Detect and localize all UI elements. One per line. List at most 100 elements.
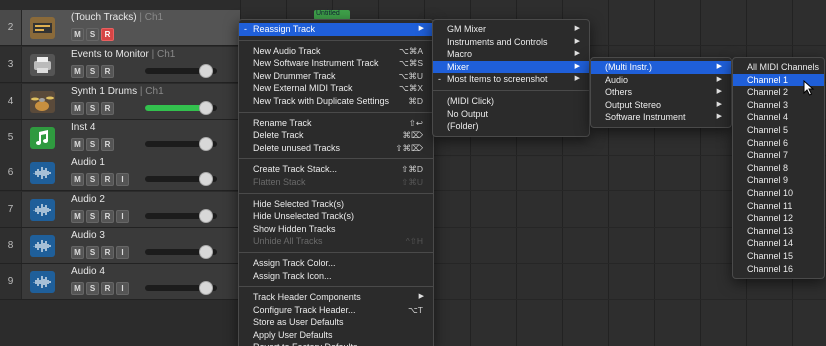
channel-menu-item[interactable]: Channel 9 [733, 174, 824, 187]
volume-slider[interactable] [145, 209, 217, 223]
drumkit-icon[interactable] [30, 91, 55, 113]
volume-slider[interactable] [145, 281, 217, 295]
channel-menu-item[interactable]: Channel 10 [733, 187, 824, 200]
record-enable-button[interactable]: R [101, 138, 114, 151]
record-enable-button[interactable]: R [101, 102, 114, 115]
volume-slider[interactable] [145, 64, 217, 78]
track-menu-item[interactable]: New External MIDI Track ⌥⌘X [239, 82, 433, 95]
volume-knob[interactable] [199, 209, 213, 223]
track-menu-item[interactable]: Create Track Stack... ⇧⌘D [239, 163, 433, 176]
reassign-menu-item[interactable]: Mixer ▶ [433, 60, 589, 74]
track-menu-item[interactable]: New Software Instrument Track ⌥⌘S [239, 57, 433, 70]
volume-slider[interactable] [145, 245, 217, 259]
channel-menu-item[interactable]: Channel 3 [733, 99, 824, 112]
volume-slider[interactable] [145, 137, 217, 151]
reassign-menu-item[interactable]: GM Mixer ▶ [433, 23, 589, 36]
volume-slider[interactable] [145, 172, 217, 186]
volume-knob[interactable] [199, 101, 213, 115]
mute-button[interactable]: M [71, 28, 84, 41]
channel-menu-item[interactable]: Channel 13 [733, 225, 824, 238]
solo-button[interactable]: S [86, 282, 99, 295]
mixer-menu-item[interactable]: (Multi Instr.) ▶ [591, 61, 731, 74]
waveform-icon[interactable] [30, 199, 55, 221]
waveform-icon[interactable] [30, 235, 55, 257]
mute-button[interactable]: M [71, 210, 84, 223]
mixer-menu-item[interactable]: Software Instrument ▶ [591, 111, 731, 124]
channel-menu-item[interactable]: Channel 4 [733, 111, 824, 124]
track-header[interactable]: 5 Inst 4 MSR [0, 120, 240, 156]
input-monitor-button[interactable]: I [116, 173, 129, 186]
record-enable-button[interactable]: R [101, 282, 114, 295]
mute-button[interactable]: M [71, 282, 84, 295]
input-monitor-button[interactable]: I [116, 282, 129, 295]
reassign-menu-item[interactable]: - Most Items to screenshot ▶ [433, 73, 589, 86]
channel-menu-item[interactable]: Channel 11 [733, 200, 824, 213]
track-menu-item[interactable]: Assign Track Color... [239, 257, 433, 270]
record-enable-button[interactable]: R [101, 210, 114, 223]
track-menu-item[interactable]: New Drummer Track ⌥⌘U [239, 70, 433, 83]
channel-menu-item[interactable]: All MIDI Channels [733, 61, 824, 74]
channel-menu-item[interactable]: Channel 14 [733, 237, 824, 250]
track-menu-item[interactable]: New Track with Duplicate Settings ⌘D [239, 95, 433, 108]
music-note-icon[interactable] [30, 127, 55, 149]
reassign-menu-item[interactable]: (Folder) [433, 120, 589, 133]
reassign-menu-item[interactable]: (MIDI Click) [433, 95, 589, 108]
mixer-menu-item[interactable]: Others ▶ [591, 86, 731, 99]
track-header[interactable]: 6 Audio 1 MSRI [0, 155, 240, 191]
record-enable-button[interactable]: R [101, 173, 114, 186]
track-header[interactable]: 4 Synth 1 Drums | Ch1 M S R [0, 84, 240, 120]
channel-menu-item[interactable]: Channel 7 [733, 149, 824, 162]
waveform-icon[interactable] [30, 271, 55, 293]
volume-knob[interactable] [199, 281, 213, 295]
input-monitor-button[interactable]: I [116, 246, 129, 259]
volume-knob[interactable] [199, 245, 213, 259]
waveform-icon[interactable] [30, 162, 55, 184]
solo-button[interactable]: S [86, 138, 99, 151]
solo-button[interactable]: S [86, 173, 99, 186]
track-menu-item[interactable]: Configure Track Header... ⌥T [239, 304, 433, 317]
solo-button[interactable]: S [86, 65, 99, 78]
channel-menu-item[interactable]: Channel 15 [733, 250, 824, 263]
mute-button[interactable]: M [71, 65, 84, 78]
track-menu-item[interactable]: Track Header Components ▶ [239, 291, 433, 304]
track-menu-item[interactable]: Assign Track Icon... [239, 270, 433, 283]
track-menu-item[interactable]: Revert to Factory Defaults [239, 341, 433, 346]
track-menu-item[interactable]: New Audio Track ⌥⌘A [239, 45, 433, 58]
touch-tracks-icon[interactable] [30, 17, 55, 39]
channel-menu-item[interactable]: Channel 6 [733, 137, 824, 150]
track-header[interactable]: 2 (Touch Tracks) | Ch1 M S R [0, 10, 240, 46]
input-monitor-button[interactable]: I [116, 210, 129, 223]
solo-button[interactable]: S [86, 246, 99, 259]
track-menu-item[interactable]: Hide Unselected Track(s) [239, 210, 433, 223]
solo-button[interactable]: S [86, 28, 99, 41]
track-menu-item[interactable]: Hide Selected Track(s) [239, 198, 433, 211]
mute-button[interactable]: M [71, 246, 84, 259]
solo-button[interactable]: S [86, 102, 99, 115]
track-menu-item[interactable]: Store as User Defaults [239, 316, 433, 329]
track-header[interactable]: 9 Audio 4 MSRI [0, 264, 240, 300]
track-menu-item[interactable]: Delete Track ⌘⌦ [239, 129, 433, 142]
volume-knob[interactable] [199, 64, 213, 78]
solo-button[interactable]: S [86, 210, 99, 223]
channel-menu-item[interactable]: Channel 16 [733, 263, 824, 276]
track-header[interactable]: 8 Audio 3 MSRI [0, 228, 240, 264]
reassign-menu-item[interactable]: Instruments and Controls ▶ [433, 36, 589, 49]
reassign-menu-item[interactable]: Macro ▶ [433, 48, 589, 61]
track-menu-item[interactable]: Delete unused Tracks ⇧⌘⌦ [239, 142, 433, 155]
track-header[interactable]: 3 Events to Monitor | Ch1 M S R [0, 47, 240, 83]
channel-menu-item[interactable]: Channel 12 [733, 212, 824, 225]
volume-slider[interactable] [145, 101, 217, 115]
volume-knob[interactable] [199, 137, 213, 151]
mixer-menu-item[interactable]: Audio ▶ [591, 74, 731, 87]
channel-menu-item[interactable]: Channel 8 [733, 162, 824, 175]
record-enable-button[interactable]: R [101, 246, 114, 259]
channel-menu-item[interactable]: Channel 5 [733, 124, 824, 137]
printer-icon[interactable] [30, 54, 55, 76]
track-menu-item[interactable]: Apply User Defaults [239, 329, 433, 342]
record-enable-button[interactable]: R [101, 28, 114, 41]
track-header[interactable]: 7 Audio 2 MSRI [0, 192, 240, 228]
mute-button[interactable]: M [71, 138, 84, 151]
mixer-menu-item[interactable]: Output Stereo ▶ [591, 99, 731, 112]
mute-button[interactable]: M [71, 102, 84, 115]
reassign-menu-item[interactable]: No Output [433, 108, 589, 121]
